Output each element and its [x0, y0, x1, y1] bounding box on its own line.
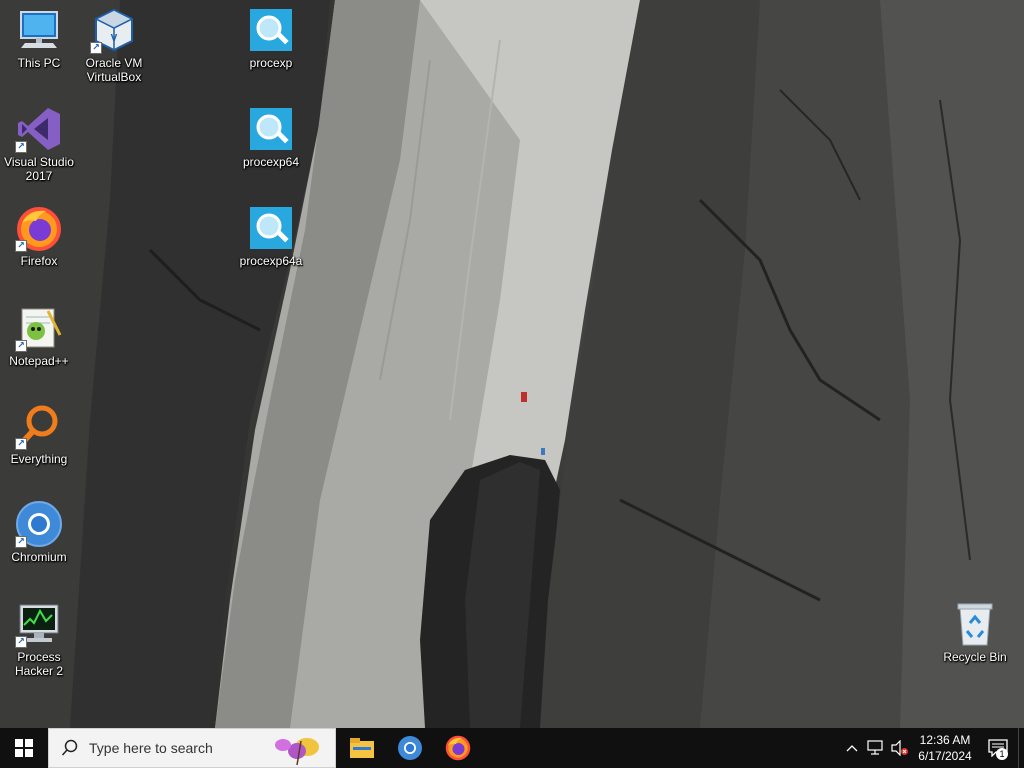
- procexp64a-icon: [247, 204, 295, 252]
- shortcut-arrow-icon: ↗: [90, 42, 102, 54]
- firefox-icon: [445, 735, 471, 761]
- chromium-icon: [398, 736, 422, 760]
- this-pc-icon: [15, 6, 63, 54]
- desktop-icon-label: Chromium: [11, 550, 67, 564]
- shortcut-arrow-icon: ↗: [15, 141, 27, 153]
- taskbar-app-file-explorer[interactable]: [338, 728, 386, 768]
- shortcut-arrow-icon: ↗: [15, 240, 27, 252]
- start-button[interactable]: [0, 728, 48, 768]
- taskbar-search-box[interactable]: Type here to search: [48, 728, 336, 768]
- virtualbox-icon: V ↗: [90, 6, 138, 54]
- windows-logo-icon: [15, 739, 33, 757]
- notification-count-badge: 1: [996, 748, 1008, 760]
- visual-studio-icon: ↗: [15, 105, 63, 153]
- desktop-icon-procexp[interactable]: procexp: [233, 6, 309, 70]
- desktop-icon-label: Oracle VM VirtualBox: [85, 56, 143, 84]
- shortcut-arrow-icon: ↗: [15, 438, 27, 450]
- desktop-icon-label: Process Hacker 2: [14, 650, 64, 678]
- taskbar-app-chromium[interactable]: [386, 728, 434, 768]
- svg-text:V: V: [111, 33, 118, 44]
- volume-muted-icon: [891, 740, 908, 756]
- taskbar-app-firefox[interactable]: [434, 728, 482, 768]
- everything-search-icon: ↗: [15, 402, 63, 450]
- desktop-icon-label: Recycle Bin: [943, 650, 1007, 664]
- chevron-up-icon: [846, 745, 858, 752]
- desktop-icon-chromium[interactable]: ↗ Chromium: [1, 500, 77, 564]
- desktop-icon-recycle-bin[interactable]: Recycle Bin: [937, 600, 1013, 664]
- chromium-icon: ↗: [15, 500, 63, 548]
- desktop-icon-process-hacker[interactable]: ↗ Process Hacker 2: [1, 600, 77, 678]
- recycle-bin-icon: [951, 600, 999, 648]
- network-status-button[interactable]: [864, 728, 888, 768]
- desktop-icon-label: procexp64: [242, 155, 300, 169]
- search-placeholder: Type here to search: [89, 740, 213, 756]
- rock-face-image: [0, 0, 1024, 728]
- system-tray: 12:36 AM 6/17/2024 1: [840, 728, 1024, 768]
- procexp-icon: [247, 6, 295, 54]
- volume-button[interactable]: [888, 728, 912, 768]
- firefox-icon: ↗: [15, 204, 63, 252]
- network-icon: [867, 740, 883, 755]
- taskbar-clock[interactable]: 12:36 AM 6/17/2024: [912, 728, 978, 768]
- clock-time: 12:36 AM: [919, 733, 971, 747]
- procexp64-icon: [247, 105, 295, 153]
- desktop-icon-virtualbox[interactable]: V ↗ Oracle VM VirtualBox: [76, 6, 152, 84]
- desktop-icon-procexp64a[interactable]: procexp64a: [233, 204, 309, 268]
- shortcut-arrow-icon: ↗: [15, 340, 27, 352]
- desktop-icon-visual-studio[interactable]: ↗ Visual Studio 2017: [1, 105, 77, 183]
- desktop-icon-notepad-plus-plus[interactable]: ↗ Notepad++: [1, 304, 77, 368]
- search-icon: [61, 739, 78, 756]
- desktop-icon-label: procexp: [249, 56, 293, 70]
- desktop-icon-this-pc[interactable]: This PC: [1, 6, 77, 70]
- shortcut-arrow-icon: ↗: [15, 536, 27, 548]
- process-hacker-icon: ↗: [15, 600, 63, 648]
- desktop-wallpaper: [0, 0, 1024, 728]
- desktop-icon-firefox[interactable]: ↗ Firefox: [1, 204, 77, 268]
- desktop-icon-procexp64[interactable]: procexp64: [233, 105, 309, 169]
- desktop-icon-label: Firefox: [20, 254, 58, 268]
- show-hidden-icons-button[interactable]: [840, 728, 864, 768]
- desktop-icon-label: procexp64a: [239, 254, 303, 268]
- search-highlight-butterfly-icon: [275, 738, 319, 766]
- desktop-icon-label: Notepad++: [9, 354, 69, 368]
- desktop-icon-label: Everything: [10, 452, 68, 466]
- notepad-plus-plus-icon: ↗: [15, 304, 63, 352]
- show-desktop-button[interactable]: [1018, 728, 1024, 768]
- shortcut-arrow-icon: ↗: [15, 636, 27, 648]
- desktop-icon-label: This PC: [17, 56, 61, 70]
- desktop-icon-label: Visual Studio 2017: [4, 155, 74, 183]
- action-center-button[interactable]: 1: [978, 728, 1018, 768]
- desktop-icon-everything[interactable]: ↗ Everything: [1, 402, 77, 466]
- clock-date: 6/17/2024: [918, 749, 972, 763]
- file-explorer-icon: [350, 738, 374, 758]
